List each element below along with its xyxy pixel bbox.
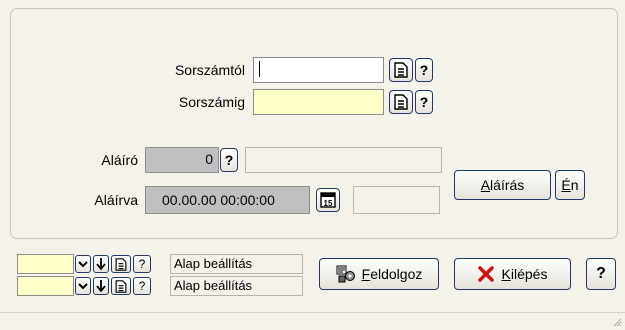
setting-field-1[interactable]	[17, 254, 74, 274]
feldolgoz-button[interactable]: Feldolgoz	[319, 258, 439, 290]
alairo-help-button[interactable]: ?	[220, 148, 238, 172]
document-icon	[115, 279, 127, 293]
calendar-day: 15	[324, 199, 333, 208]
setting-label-1: Alap beállítás	[170, 254, 303, 274]
kilepes-button[interactable]: Kilépés	[454, 258, 571, 290]
setting-down-arrow-button-1[interactable]	[93, 255, 109, 273]
document-icon	[394, 94, 408, 110]
chevron-down-icon	[78, 283, 88, 290]
en-button[interactable]: Én	[555, 170, 585, 200]
status-bar	[0, 312, 625, 325]
setting-document-button-2[interactable]	[111, 277, 131, 295]
sorszamig-input[interactable]	[253, 89, 384, 115]
en-label: n	[570, 177, 579, 193]
calendar-button[interactable]: 15	[316, 188, 340, 212]
setting-field-2[interactable]	[17, 276, 74, 296]
setting-dropdown-button-2[interactable]	[75, 277, 91, 295]
sorszamtol-document-button[interactable]	[389, 58, 413, 82]
feldolgoz-label: eldolgoz	[370, 266, 423, 282]
alairva-extra-field	[353, 186, 440, 214]
alairas-button[interactable]: Aláírás	[454, 170, 551, 200]
setting-label-2: Alap beállítás	[170, 276, 303, 296]
en-hotkey: É	[561, 177, 571, 193]
setting-document-button-1[interactable]	[111, 255, 131, 273]
arrow-down-icon	[96, 258, 106, 270]
sorszamtol-help-button[interactable]: ?	[415, 58, 433, 82]
alairo-label: Aláíró	[101, 152, 138, 168]
help-button[interactable]: ?	[586, 258, 616, 290]
kilepes-label: ilépés	[510, 266, 548, 282]
calendar-icon: 15	[320, 192, 336, 208]
sorszamig-document-button[interactable]	[389, 90, 413, 114]
sorszamig-label: Sorszámig	[178, 94, 245, 110]
resize-grip[interactable]	[612, 314, 622, 327]
feldolgoz-hotkey: F	[361, 266, 371, 282]
resize-grip-icon	[613, 318, 622, 327]
setting-dropdown-button-1[interactable]	[75, 255, 91, 273]
document-icon	[394, 62, 408, 78]
close-icon	[477, 266, 494, 282]
alairo-id-field[interactable]: 0	[145, 147, 219, 173]
alairas-label: láírás	[490, 177, 525, 193]
chevron-down-icon	[78, 261, 88, 268]
text-cursor	[259, 61, 260, 77]
alairo-name-field	[245, 147, 442, 173]
document-icon	[115, 257, 127, 271]
alairas-hotkey: A	[480, 177, 491, 193]
sorszamig-help-button[interactable]: ?	[415, 90, 433, 114]
alairva-datetime-field[interactable]: 00.00.00 00:00:00	[145, 186, 310, 214]
setting-help-button-2[interactable]: ?	[133, 277, 151, 295]
kilepes-hotkey: K	[501, 266, 511, 282]
process-icon	[336, 265, 355, 283]
setting-down-arrow-button-2[interactable]	[93, 277, 109, 295]
arrow-down-icon	[96, 280, 106, 292]
setting-help-button-1[interactable]: ?	[133, 255, 151, 273]
sorszamtol-label: Sorszámtól	[174, 62, 245, 78]
alairva-label: Aláírva	[94, 192, 138, 208]
sorszamtol-input[interactable]	[253, 57, 384, 83]
